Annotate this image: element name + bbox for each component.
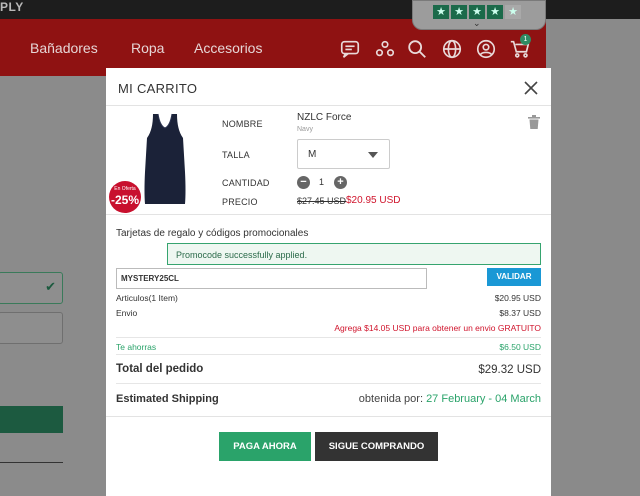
- nav-link-ropa[interactable]: Ropa: [131, 40, 164, 56]
- modal-title: MI CARRITO: [118, 81, 198, 96]
- estimated-shipping-value: obtenida por: 27 February - 04 March: [359, 393, 541, 405]
- bg-input-field: [0, 312, 63, 344]
- account-icon[interactable]: [475, 38, 497, 60]
- logo-fragment[interactable]: PLY: [0, 0, 24, 14]
- items-value: $20.95 USD: [494, 293, 541, 303]
- page-right-panel: [546, 19, 640, 496]
- pay-now-button[interactable]: PAGA AHORA: [219, 432, 311, 461]
- star-icon: ★: [505, 5, 521, 19]
- nav-link-accesorios[interactable]: Accesorios: [194, 40, 262, 56]
- bg-divider: [0, 462, 63, 463]
- close-icon[interactable]: [524, 81, 538, 95]
- bg-input-field: ✔: [0, 272, 63, 304]
- divider: [106, 214, 551, 215]
- star-icon: ★: [451, 5, 467, 19]
- estimated-shipping-prefix: obtenida por:: [358, 393, 423, 405]
- continue-shopping-button[interactable]: SIGUE COMPRANDO: [315, 432, 438, 461]
- sale-badge-label: En Oferta: [114, 186, 136, 192]
- product-image[interactable]: [140, 112, 190, 206]
- bg-button: [0, 406, 63, 433]
- cart-modal: MI CARRITO En Oferta -25% NOMBRE NZLC Fo…: [106, 68, 551, 496]
- validate-button[interactable]: VALIDAR: [487, 268, 541, 286]
- star-icon: ★: [433, 5, 449, 19]
- quantity-value: 1: [319, 177, 325, 187]
- modal-header: MI CARRITO: [106, 68, 551, 106]
- items-label: Articulos(1 Item): [116, 293, 178, 303]
- chevron-down-icon[interactable]: ⌄: [473, 18, 481, 29]
- estimated-shipping-dates: 27 February - 04 March: [426, 393, 541, 405]
- size-select[interactable]: M: [297, 139, 390, 169]
- page-background-content: ✔: [0, 76, 106, 496]
- promo-success-text: Promocode successfully applied.: [176, 250, 308, 260]
- trash-icon[interactable]: [528, 115, 540, 129]
- quantity-decrease-button[interactable]: −: [297, 176, 310, 189]
- order-total-label: Total del pedido: [116, 363, 204, 375]
- size-value: M: [308, 149, 317, 160]
- caret-down-icon: [368, 152, 378, 158]
- name-label: NOMBRE: [222, 119, 263, 129]
- promo-section-title: Tarjetas de regalo y códigos promocional…: [116, 228, 309, 239]
- sale-badge-discount: -25%: [110, 193, 139, 207]
- community-icon[interactable]: [374, 38, 396, 60]
- trustpilot-stars: ★ ★ ★ ★ ★: [433, 5, 521, 19]
- nav-link-banadores[interactable]: Bañadores: [30, 40, 98, 56]
- sale-badge: En Oferta -25%: [109, 181, 141, 213]
- original-price: $27.45 USD: [297, 196, 347, 206]
- savings-label: Te ahorras: [116, 342, 157, 352]
- order-total-value: $29.32 USD: [478, 364, 541, 376]
- shipping-label: Envio: [116, 308, 138, 318]
- divider: [106, 416, 551, 417]
- quantity-increase-button[interactable]: +: [334, 176, 347, 189]
- star-icon: ★: [487, 5, 503, 19]
- product-name[interactable]: NZLC Force: [297, 112, 351, 123]
- trustpilot-widget[interactable]: ★ ★ ★ ★ ★ ⌄: [412, 0, 546, 30]
- search-icon[interactable]: [406, 38, 428, 60]
- chat-icon[interactable]: [339, 38, 361, 60]
- shipping-value: $8.37 USD: [499, 308, 541, 318]
- promo-success-message: Promocode successfully applied.: [167, 243, 541, 265]
- divider: [116, 354, 541, 355]
- free-shipping-message: Agrega $14.05 USD para obtener un envio …: [334, 323, 541, 333]
- promo-code-input[interactable]: [116, 268, 427, 289]
- divider: [116, 383, 541, 384]
- estimated-shipping-label: Estimated Shipping: [116, 393, 219, 405]
- cart-count-badge: 1: [520, 34, 531, 45]
- price-label: PRECIO: [222, 197, 258, 207]
- check-icon: ✔: [45, 279, 56, 294]
- quantity-label: CANTIDAD: [222, 178, 270, 188]
- divider: [116, 337, 541, 338]
- size-label: TALLA: [222, 150, 250, 160]
- savings-value: $6.50 USD: [499, 342, 541, 352]
- product-color: Navy: [297, 126, 313, 133]
- star-icon: ★: [469, 5, 485, 19]
- sale-price: $20.95 USD: [346, 195, 401, 206]
- globe-icon[interactable]: [441, 38, 463, 60]
